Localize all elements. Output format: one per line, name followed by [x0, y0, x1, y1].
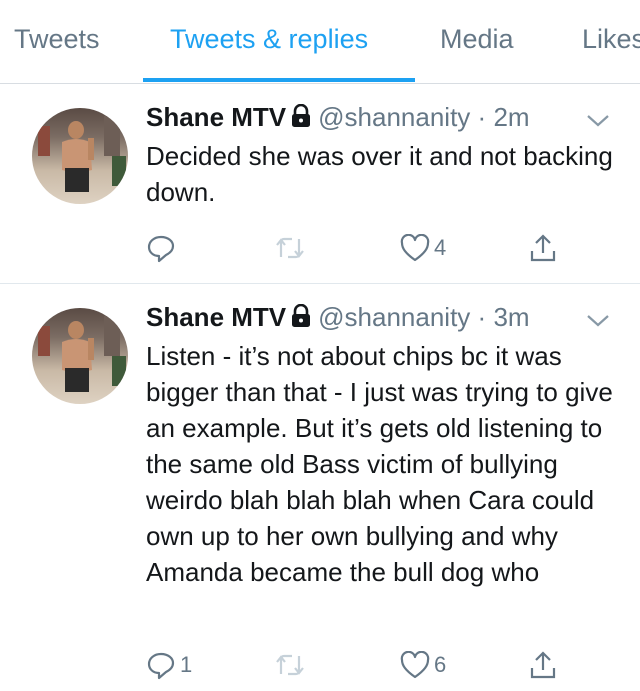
tweet-actions: 1 6 [146, 648, 586, 682]
display-name[interactable]: Shane MTV [146, 102, 286, 132]
like-count: 4 [434, 235, 447, 260]
reply-button[interactable]: 1 [146, 648, 192, 682]
tweet[interactable]: Shane MTV @shannanity · 2m Decided she wa… [0, 84, 640, 284]
retweet-icon [276, 237, 304, 259]
retweet-icon [276, 654, 304, 676]
profile-tabs: Tweets Tweets & replies Media Likes [0, 0, 640, 84]
avatar[interactable] [32, 308, 128, 404]
tweet-text: Decided she was over it and not backing … [146, 141, 613, 207]
tab-media[interactable]: Media [440, 24, 514, 55]
like-icon [400, 234, 430, 262]
tweet-text: Listen - it’s not about chips bc it was … [146, 341, 613, 587]
tweet-header: Shane MTV @shannanity · 2m [146, 102, 530, 136]
reply-button[interactable] [146, 231, 180, 265]
timestamp[interactable]: 3m [493, 302, 529, 332]
active-tab-indicator [143, 78, 415, 82]
like-icon [400, 651, 430, 679]
retweet-button[interactable] [274, 231, 310, 265]
tab-tweets[interactable]: Tweets [14, 24, 100, 55]
tweet-header: Shane MTV @shannanity · 3m [146, 302, 530, 336]
separator-dot: · [477, 102, 487, 132]
chevron-down-icon[interactable] [586, 114, 610, 128]
timestamp[interactable]: 2m [493, 102, 529, 132]
like-button[interactable]: 4 [400, 231, 446, 265]
reply-count: 1 [180, 652, 193, 677]
retweet-button[interactable] [274, 648, 310, 682]
share-icon [530, 234, 556, 262]
like-button[interactable]: 6 [400, 648, 446, 682]
display-name[interactable]: Shane MTV [146, 302, 286, 332]
reply-icon [147, 235, 175, 263]
tab-likes[interactable]: Likes [582, 24, 640, 55]
lock-icon [292, 104, 311, 127]
lock-icon [292, 304, 311, 327]
share-button[interactable] [528, 648, 558, 682]
tweet-actions: 4 [146, 231, 586, 265]
separator-dot: · [477, 302, 487, 332]
like-count: 6 [434, 652, 447, 677]
tab-tweets-and-replies[interactable]: Tweets & replies [170, 24, 368, 55]
share-icon [530, 651, 556, 679]
reply-icon [147, 652, 175, 680]
share-button[interactable] [528, 231, 558, 265]
handle[interactable]: @shannanity [318, 102, 470, 132]
avatar[interactable] [32, 108, 128, 204]
chevron-down-icon[interactable] [586, 314, 610, 328]
tweet[interactable]: Shane MTV @shannanity · 3m Listen - it’s … [0, 284, 640, 691]
handle[interactable]: @shannanity [318, 302, 470, 332]
